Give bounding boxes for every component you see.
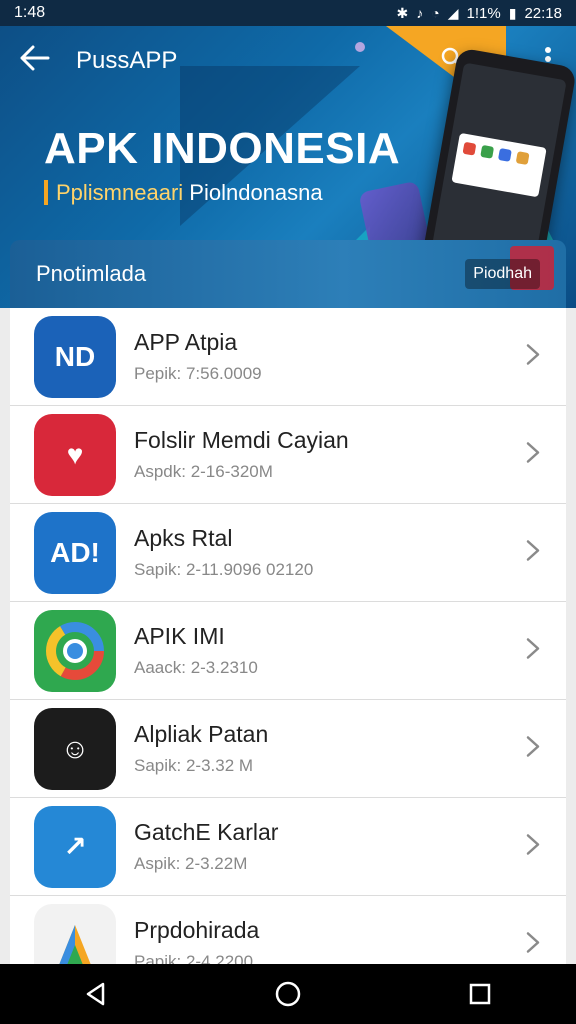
app-list-item[interactable]: AD! Apks Rtal Sapik: 2-11.9096 02120 xyxy=(10,504,566,602)
chevron-right-icon xyxy=(526,439,540,470)
vibrate-icon: ♪ xyxy=(416,5,424,21)
hero-subtitle-rest: Piolndonasna xyxy=(189,180,323,205)
app-icon-glyph: ↗ xyxy=(63,831,87,862)
app-name: APIK IMI xyxy=(134,623,225,649)
signal-icon: ◢ xyxy=(447,4,459,21)
navigation-bar xyxy=(0,964,576,1024)
status-icons: ✱ ♪ ◔ ◢ 1!1% ▮ 22:18 xyxy=(397,5,562,22)
app-name: Folslir Memdi Cayian xyxy=(134,427,349,453)
app-bar: PussAPP xyxy=(0,26,576,96)
app-icon xyxy=(34,903,116,964)
nav-home-icon xyxy=(275,981,301,1007)
app-list-item[interactable]: ☺ Alpliak Patan Sapik: 2-3.32 M xyxy=(10,700,566,798)
app-text: APIK IMI Aaack: 2-3.2310 xyxy=(134,623,566,678)
app-name: Apks Rtal xyxy=(134,525,233,551)
app-list: ND APP Atpia Pepik: 7:56.0009 ♥ Folslir Memd… xyxy=(10,308,566,964)
section-title: Pnotimlada xyxy=(36,261,147,286)
app-icon-glyph: ♥ xyxy=(66,438,84,470)
hero-title: APK INDONESIA xyxy=(44,124,401,173)
section-action-button[interactable]: Piodhah xyxy=(465,259,540,289)
status-time-right: 22:18 xyxy=(524,4,562,22)
app-meta: Aaack: 2-3.2310 xyxy=(134,658,258,677)
hero-subtitle: Pplismneaari Piolndonasna xyxy=(44,180,323,206)
hero-subtitle-accent: Pplismneaari xyxy=(44,180,184,205)
app-text: Alpliak Patan Sapik: 2-3.32 M xyxy=(134,721,566,776)
phone-tile xyxy=(480,144,495,159)
app-icon-glyph: AD! xyxy=(50,536,100,568)
app-name: Alpliak Patan xyxy=(134,721,269,747)
app-text: Prpdohirada Papik: 2-4.2200 xyxy=(134,917,566,964)
app-text: APP Atpia Pepik: 7:56.0009 xyxy=(134,329,566,384)
app-meta: Aspdk: 2-16-320M xyxy=(134,462,273,481)
app-icon-glyph: ☺ xyxy=(60,732,90,764)
wifi-icon: ◔ xyxy=(431,5,440,21)
app-list-item[interactable]: ♥ Folslir Memdi Cayian Aspdk: 2-16-320M xyxy=(10,406,566,504)
app-meta: Papik: 2-4.2200 xyxy=(134,952,254,964)
app-icon: ND xyxy=(34,315,116,398)
app-name: APP Atpia xyxy=(134,329,238,355)
app-icon: AD! xyxy=(34,511,116,594)
app-icon: ♥ xyxy=(34,413,116,496)
app-icon: ☺ xyxy=(34,707,116,790)
app-icon: ↗ xyxy=(34,805,116,888)
chevron-right-icon xyxy=(526,929,540,960)
app-text: Folslir Memdi Cayian Aspdk: 2-16-320M xyxy=(134,427,566,482)
app-text: Apks Rtal Sapik: 2-11.9096 02120 xyxy=(134,525,566,580)
nav-back-icon xyxy=(86,982,105,1006)
battery-percent: 1!1% xyxy=(466,4,501,22)
back-button[interactable] xyxy=(20,45,60,77)
app-title: PussAPP xyxy=(76,47,178,74)
app-text: GatchE Karlar Aspik: 2-3.22M xyxy=(134,819,566,874)
app-list-item[interactable]: ND APP Atpia Pepik: 7:56.0009 xyxy=(10,308,566,406)
section-header: Pnotimlada Piodhah xyxy=(10,240,566,308)
nav-home-button[interactable] xyxy=(258,964,318,1024)
app-list-item[interactable]: ↗ GatchE Karlar Aspik: 2-3.22M xyxy=(10,798,566,896)
app-list-item[interactable]: APIK IMI Aaack: 2-3.2310 xyxy=(10,602,566,700)
phone-tile xyxy=(497,148,512,162)
chevron-right-icon xyxy=(526,635,540,666)
chevron-right-icon xyxy=(526,733,540,764)
app-meta: Sapik: 2-3.32 M xyxy=(134,756,254,775)
app-meta: Pepik: 7:56.0009 xyxy=(134,364,262,383)
app-name: GatchE Karlar xyxy=(134,819,279,845)
app-name: Prpdohirada xyxy=(134,917,260,943)
nav-recents-icon xyxy=(469,983,491,1005)
app-icon xyxy=(34,609,116,692)
phone-tile xyxy=(515,151,530,166)
status-time-left: 1:48 xyxy=(14,4,46,21)
phone-tile xyxy=(462,141,477,156)
battery-icon: ▮ xyxy=(508,4,517,21)
chevron-right-icon xyxy=(526,537,540,568)
nav-recents-button[interactable] xyxy=(450,964,510,1024)
app-icon-glyph: ND xyxy=(54,340,96,372)
app-meta: Sapik: 2-11.9096 02120 xyxy=(134,560,314,579)
chevron-right-icon xyxy=(526,341,540,372)
chevron-right-icon xyxy=(526,831,540,862)
app-meta: Aspik: 2-3.22M xyxy=(134,854,248,873)
back-arrow-icon xyxy=(20,45,50,71)
bluetooth-icon: ✱ xyxy=(396,4,409,21)
status-bar: 1:48 ✱ ♪ ◔ ◢ 1!1% ▮ 22:18 xyxy=(0,0,576,26)
screen: 1:48 ✱ ♪ ◔ ◢ 1!1% ▮ 22:18 PussAPP APK IN… xyxy=(0,0,576,1024)
app-list-item[interactable]: Prpdohirada Papik: 2-4.2200 xyxy=(10,896,566,964)
nav-back-button[interactable] xyxy=(66,964,126,1024)
